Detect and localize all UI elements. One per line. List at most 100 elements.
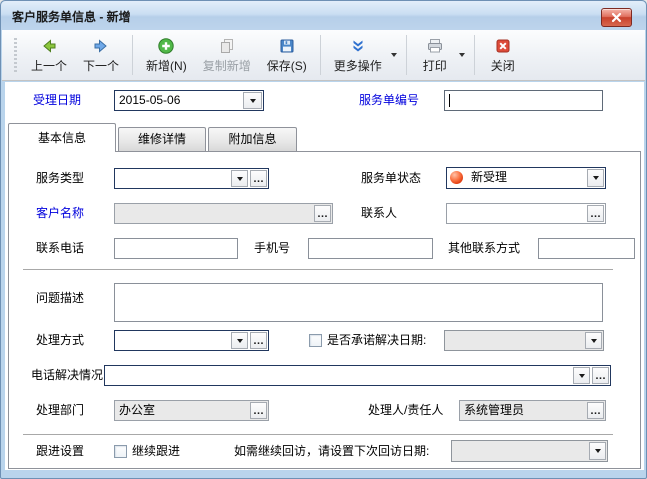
continue-follow-label: 继续跟进 — [132, 441, 180, 462]
section-divider — [23, 434, 613, 435]
toolbar-separator — [132, 35, 133, 75]
tab-label: 基本信息 — [38, 131, 86, 145]
dropdown-button[interactable] — [589, 442, 606, 460]
order-no-value — [445, 91, 602, 110]
service-type-value — [115, 169, 230, 188]
phone-resolve-combobox[interactable]: … — [104, 365, 611, 386]
chevron-down-icon — [237, 339, 243, 343]
dropdown-button[interactable] — [243, 92, 262, 109]
add-button[interactable]: 新增(N) — [138, 33, 195, 77]
more-actions-group: 更多操作 — [326, 33, 401, 77]
double-chevron-down-icon — [349, 36, 367, 55]
problem-textarea[interactable] — [114, 283, 603, 322]
phone-resolve-label: 电话解决情况 — [31, 365, 103, 386]
accept-date-combobox[interactable]: 2015-05-06 — [114, 90, 264, 111]
method-label: 处理方式 — [36, 330, 84, 351]
toolbar-button-label: 更多操作 — [334, 57, 382, 74]
status-value: 新受理 — [467, 168, 586, 188]
department-value: 办公室 — [115, 401, 249, 420]
toolbar-button-label: 下一个 — [83, 57, 119, 74]
section-divider — [23, 269, 613, 270]
ellipsis-button[interactable]: … — [250, 402, 267, 419]
arrow-right-icon — [92, 36, 110, 55]
mobile-input[interactable] — [308, 238, 433, 259]
phone-label: 联系电话 — [36, 238, 84, 259]
ellipsis-icon: … — [590, 209, 601, 219]
ellipsis-button[interactable]: … — [587, 402, 604, 419]
next-button[interactable]: 下一个 — [75, 33, 127, 77]
chevron-down-icon — [250, 99, 256, 103]
contact-label: 联系人 — [361, 203, 397, 224]
promise-date-dropdown[interactable] — [444, 330, 604, 351]
ellipsis-button[interactable]: … — [250, 170, 267, 187]
method-combobox[interactable]: … — [114, 330, 269, 351]
text-caret — [449, 94, 450, 107]
continue-follow-checkbox[interactable] — [114, 445, 127, 458]
tab-label: 附加信息 — [228, 132, 276, 146]
dropdown-button[interactable] — [231, 170, 248, 187]
copy-add-button[interactable]: 复制新增 — [195, 33, 259, 77]
previous-button[interactable]: 上一个 — [23, 33, 75, 77]
chevron-down-icon — [237, 177, 243, 181]
customer-name-label: 客户名称 — [36, 203, 84, 224]
contact-field[interactable]: … — [446, 203, 606, 224]
toolbar-button-label: 上一个 — [31, 57, 67, 74]
follow-up-label: 跟进设置 — [36, 441, 84, 462]
accept-date-label: 受理日期 — [33, 90, 81, 111]
problem-label: 问题描述 — [36, 288, 84, 309]
titlebar-close-button[interactable] — [601, 8, 632, 27]
ellipsis-icon: … — [253, 336, 264, 346]
mobile-value — [309, 239, 432, 258]
ellipsis-button[interactable]: … — [587, 205, 604, 222]
promise-date-label: 是否承诺解决日期: — [327, 330, 426, 351]
phone-value — [115, 239, 237, 258]
phone-input[interactable] — [114, 238, 238, 259]
window-title: 客户服务单信息 - 新增 — [12, 8, 131, 25]
dropdown-arrow-icon[interactable] — [459, 53, 465, 57]
toolbar-separator — [474, 35, 475, 75]
tab-repair-details[interactable]: 维修详情 — [118, 127, 206, 151]
order-no-input[interactable] — [444, 90, 603, 111]
ellipsis-icon: … — [595, 371, 606, 381]
problem-value — [115, 284, 602, 321]
tab-basic-info[interactable]: 基本信息 — [8, 123, 116, 152]
more-actions-button[interactable]: 更多操作 — [326, 33, 390, 77]
chevron-down-icon — [595, 449, 601, 453]
tab-extra-info[interactable]: 附加信息 — [208, 127, 297, 151]
status-combobox[interactable]: 新受理 — [446, 167, 606, 189]
toolbar-separator — [406, 35, 407, 75]
ellipsis-button[interactable]: … — [250, 332, 267, 349]
service-type-combobox[interactable]: … — [114, 168, 269, 189]
customer-name-field[interactable]: … — [114, 203, 333, 224]
revisit-date-value — [452, 441, 588, 461]
mobile-label: 手机号 — [254, 238, 290, 259]
promise-date-checkbox[interactable] — [309, 334, 322, 347]
print-group: 打印 — [412, 33, 469, 77]
add-icon — [157, 36, 175, 55]
dropdown-button[interactable] — [231, 332, 248, 349]
revisit-date-dropdown[interactable] — [451, 440, 608, 462]
close-red-icon — [494, 36, 512, 55]
toolbar-button-label: 关闭 — [491, 57, 515, 74]
print-button[interactable]: 打印 — [412, 33, 458, 77]
save-button[interactable]: 保存(S) — [259, 33, 315, 77]
department-label: 处理部门 — [36, 400, 84, 421]
dropdown-button[interactable] — [587, 169, 604, 187]
toolbar-button-label: 复制新增 — [203, 57, 251, 74]
close-button[interactable]: 关闭 — [480, 33, 526, 77]
handler-field[interactable]: 系统管理员 … — [459, 400, 606, 421]
dropdown-button[interactable] — [573, 367, 590, 384]
handler-value: 系统管理员 — [460, 401, 586, 420]
toolbar-separator — [320, 35, 321, 75]
ellipsis-button[interactable]: … — [314, 205, 331, 222]
ellipsis-button[interactable]: … — [592, 367, 609, 384]
dropdown-button[interactable] — [585, 332, 602, 349]
toolbar-grip[interactable] — [14, 38, 17, 72]
other-contact-input[interactable] — [538, 238, 635, 259]
department-field[interactable]: 办公室 … — [114, 400, 269, 421]
titlebar[interactable]: 客户服务单信息 - 新增 — [1, 1, 646, 30]
promise-date-value — [445, 331, 584, 350]
status-label: 服务单状态 — [361, 168, 421, 189]
dropdown-arrow-icon[interactable] — [391, 53, 397, 57]
toolbar-button-label: 保存(S) — [267, 57, 307, 74]
